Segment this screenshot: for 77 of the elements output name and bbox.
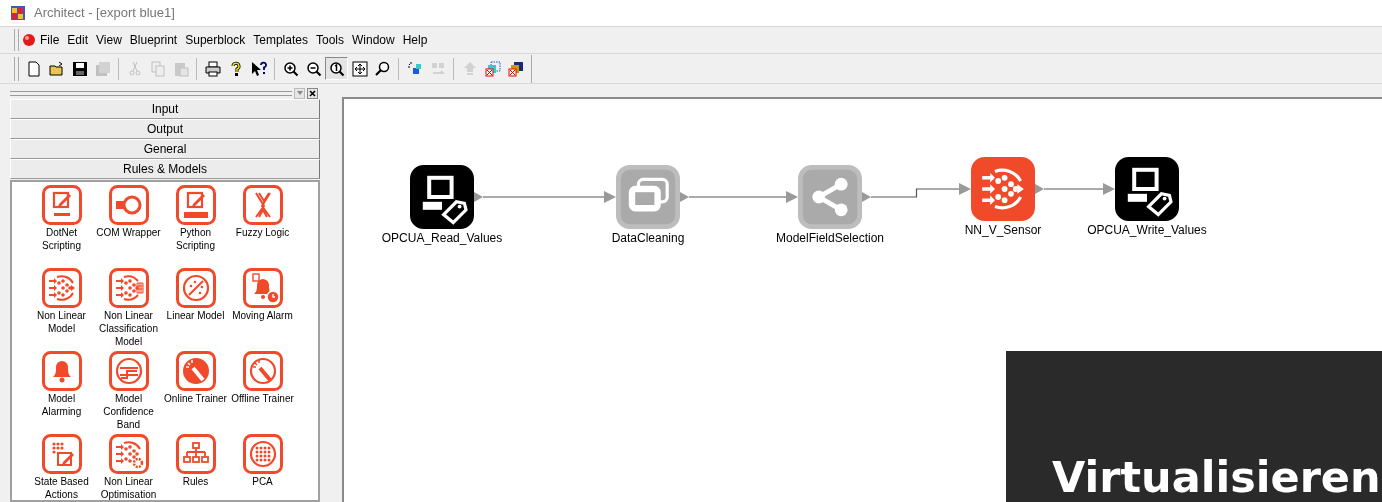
neural-network-icon[interactable] [41,268,82,308]
node-label: ModelFieldSelection [775,231,885,245]
stacked-disk-icon [94,60,111,77]
palette-item-label: Non Linear Model [36,309,87,335]
palette-item-label: Moving Alarm [231,309,294,322]
zoom-in-icon [282,60,299,77]
bell-icon[interactable] [41,351,82,391]
palette-item-label: Offline Trainer [230,392,295,405]
hierarchy-icon[interactable] [175,434,216,474]
node-label: NN_V_Sensor [964,223,1042,237]
paste-icon [172,60,189,77]
swap-icon [429,60,446,77]
folder-icon [48,60,65,77]
node-label: OPCUA_Read_Values [381,231,503,245]
plug-ring-icon[interactable] [108,185,149,225]
zoom-out-icon [305,60,322,77]
close-button[interactable] [307,87,318,99]
dot-grid-icon[interactable] [242,434,283,474]
printer-icon [204,60,221,77]
toolbar-button[interactable] [325,57,348,80]
zigzag-icon[interactable] [242,185,283,225]
computer-tag-icon[interactable] [1115,157,1179,221]
blocks-icon [406,60,423,77]
palette-item-label: Fuzzy Logic [234,226,291,239]
record-icon [22,33,36,47]
menu-item[interactable]: Superblock [181,30,250,50]
menu-item[interactable]: Blueprint [125,30,182,50]
menu-item[interactable]: File [36,30,64,50]
copy-icon [149,60,166,77]
neural-network-icon[interactable] [971,157,1035,221]
menu-item[interactable]: View [92,30,126,50]
pencil-page-icon[interactable] [175,185,216,225]
menu-item[interactable]: Edit [63,30,93,50]
palette-item-label: Non Linear Optimisation [99,475,158,500]
menu-item[interactable]: Tools [311,30,348,50]
dots-pencil-icon[interactable] [41,434,82,474]
neural-network-gear-icon[interactable] [108,434,149,474]
remove-stack-icon [507,60,524,77]
magic-wand-icon[interactable] [242,351,283,391]
magic-wand-icon[interactable] [175,351,216,391]
menu-item[interactable]: Help [398,30,432,50]
scissors-icon [126,60,143,77]
zoom-actual-icon [328,60,345,77]
palette-item-label: Model Alarming [40,392,83,418]
app-icon [10,5,26,21]
fit-view-icon [351,60,368,77]
remove-blocks-icon [484,60,501,77]
close-icon [309,89,316,97]
magnifier-icon [374,60,391,77]
palette-section-header[interactable]: Input [10,99,320,119]
node-label: OPCUA_Write_Values [1087,223,1207,237]
palette-item-label: Linear Model [165,309,226,322]
neural-network-grid-icon[interactable] [108,268,149,308]
node-label: DataCleaning [611,231,685,245]
palette-item-label: PCA [251,475,274,488]
bell-clock-icon[interactable] [242,268,283,308]
palette-section-header[interactable]: Output [10,119,320,139]
palette-item-label: Non Linear Classification Model [98,309,159,348]
palette-item-label: Python Scripting [175,226,216,252]
window-title: Architect - [export blue1] [34,4,175,23]
save-icon [71,60,88,77]
palette-item-label: Online Trainer [163,392,228,405]
page-icon [25,60,42,77]
palette-item-label: Rules [181,475,210,488]
palette-item-label: DotNet Scripting [41,226,82,252]
palette-item-label: Model Confidence Band [102,392,155,431]
palette-section-header[interactable]: Rules & Models [10,159,320,179]
caret-icon [296,91,303,95]
overlay-heading: Virtualisieren [1052,452,1381,502]
palette-item-label: COM Wrapper [95,226,162,239]
computer-tag-icon[interactable] [410,165,474,229]
palette-section-header[interactable]: General [10,139,320,159]
menu-item[interactable]: Window [347,30,399,50]
pointer-question-icon [250,60,267,77]
pencil-page-icon[interactable] [41,185,82,225]
menu-item[interactable]: Templates [249,30,312,50]
palette-item-label: State Based Actions [33,475,90,500]
